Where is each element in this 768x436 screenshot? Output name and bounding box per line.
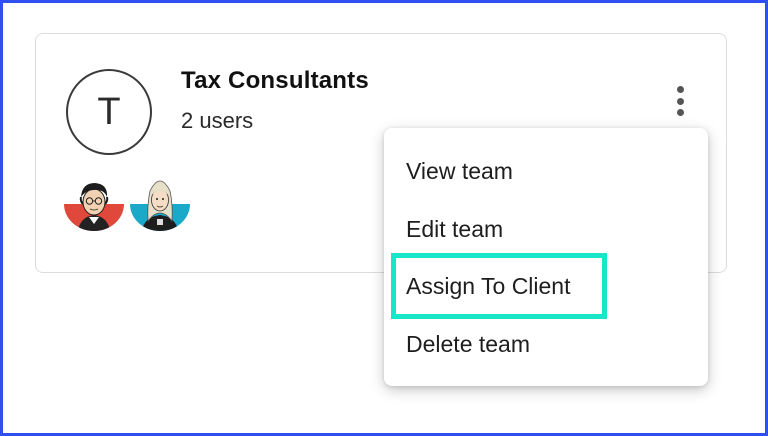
menu-item-edit-team[interactable]: Edit team [406, 216, 503, 243]
team-name: Tax Consultants [181, 67, 369, 94]
menu-item-delete-team[interactable]: Delete team [406, 331, 530, 358]
team-user-count: 2 users [181, 108, 254, 133]
team-actions-menu: View team Edit team Assign To Client Del… [384, 128, 708, 386]
vertical-dots-icon [676, 86, 684, 93]
vertical-dots-icon-dot-2 [676, 97, 684, 105]
team-initial-avatar: T [66, 69, 152, 155]
member-avatar-man[interactable] [64, 177, 124, 231]
menu-item-view-team[interactable]: View team [406, 158, 513, 185]
menu-item-assign-to-client[interactable]: Assign To Client [406, 273, 571, 300]
vertical-dots-icon-dot-3 [676, 109, 684, 116]
member-avatar-woman[interactable] [130, 177, 190, 231]
more-options-button[interactable] [670, 86, 690, 116]
